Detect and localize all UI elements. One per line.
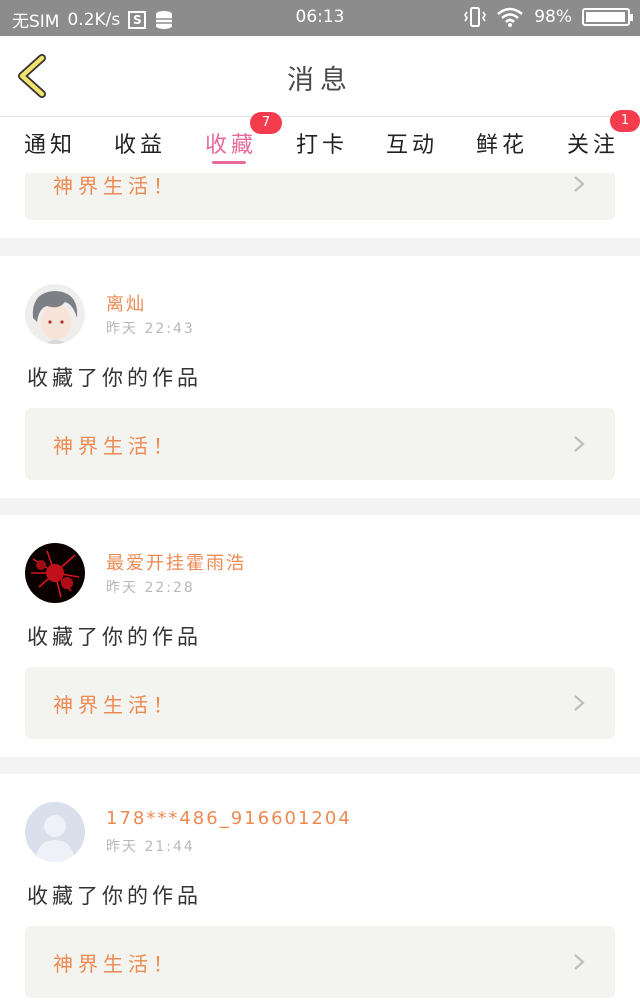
message-feed[interactable]: 神界生活！ 离灿 昨天 22:43 收藏了你的作品 神界生活！ 最爱开挂霍雨浩 … bbox=[0, 173, 640, 1007]
notification-card: 最爱开挂霍雨浩 昨天 22:28 收藏了你的作品 神界生活！ bbox=[0, 515, 640, 757]
timestamp: 昨天 21:44 bbox=[106, 839, 195, 855]
chevron-right-icon bbox=[574, 436, 585, 452]
partial-card: 神界生活！ bbox=[0, 173, 640, 238]
username[interactable]: 178***486_916601204 bbox=[106, 808, 352, 829]
action-text: 收藏了你的作品 bbox=[27, 884, 202, 908]
timestamp: 昨天 22:43 bbox=[106, 321, 195, 337]
follow-badge: 1 bbox=[610, 110, 640, 132]
status-bar: 无SIM 0.2K/s S 06:13 98% bbox=[0, 0, 640, 36]
chevron-right-icon bbox=[574, 954, 585, 970]
default-user-avatar[interactable] bbox=[25, 802, 85, 862]
work-title: 神界生活！ bbox=[53, 952, 178, 976]
tab-checkin[interactable]: 打卡 bbox=[296, 127, 348, 159]
notification-card: 离灿 昨天 22:43 收藏了你的作品 神界生活！ bbox=[0, 256, 640, 498]
username[interactable]: 离灿 bbox=[106, 290, 146, 316]
notification-card: 178***486_916601204 昨天 21:44 收藏了你的作品 神界生… bbox=[0, 774, 640, 1007]
battery-icon bbox=[582, 8, 633, 26]
favorites-badge: 7 bbox=[250, 112, 282, 134]
work-link[interactable]: 神界生活！ bbox=[25, 667, 615, 739]
work-link[interactable]: 神界生活！ bbox=[25, 926, 615, 998]
work-title: 神界生活！ bbox=[53, 693, 178, 717]
work-link[interactable]: 神界生活！ bbox=[25, 173, 615, 220]
tab-bar: 通知 收益 收藏 7 打卡 互动 鲜花 关注 1 bbox=[0, 110, 640, 173]
anime-boy-avatar[interactable] bbox=[25, 284, 85, 344]
work-title: 神界生活！ bbox=[53, 434, 178, 458]
wifi-icon bbox=[497, 7, 524, 27]
status-right: 98% bbox=[464, 6, 633, 28]
vibrate-icon bbox=[464, 7, 487, 27]
tab-notice[interactable]: 通知 bbox=[24, 127, 76, 159]
red-flower-avatar[interactable] bbox=[25, 543, 85, 603]
chevron-right-icon bbox=[574, 695, 585, 711]
tab-interaction[interactable]: 互动 bbox=[386, 127, 438, 159]
username[interactable]: 最爱开挂霍雨浩 bbox=[106, 549, 246, 575]
work-link[interactable]: 神界生活！ bbox=[25, 408, 615, 480]
tab-favorites[interactable]: 收藏 bbox=[205, 127, 257, 159]
work-title: 神界生活！ bbox=[53, 174, 178, 198]
nav-header: 消息 bbox=[0, 36, 640, 117]
battery-fill bbox=[586, 12, 625, 22]
active-tab-indicator bbox=[212, 161, 246, 164]
battery-percent: 98% bbox=[534, 7, 572, 27]
tab-earnings[interactable]: 收益 bbox=[114, 127, 166, 159]
page-title: 消息 bbox=[287, 65, 353, 96]
chevron-right-icon bbox=[574, 176, 585, 192]
timestamp: 昨天 22:28 bbox=[106, 580, 195, 596]
action-text: 收藏了你的作品 bbox=[27, 366, 202, 390]
tab-flowers[interactable]: 鲜花 bbox=[476, 127, 528, 159]
action-text: 收藏了你的作品 bbox=[27, 625, 202, 649]
tab-follow[interactable]: 关注 bbox=[567, 127, 619, 159]
